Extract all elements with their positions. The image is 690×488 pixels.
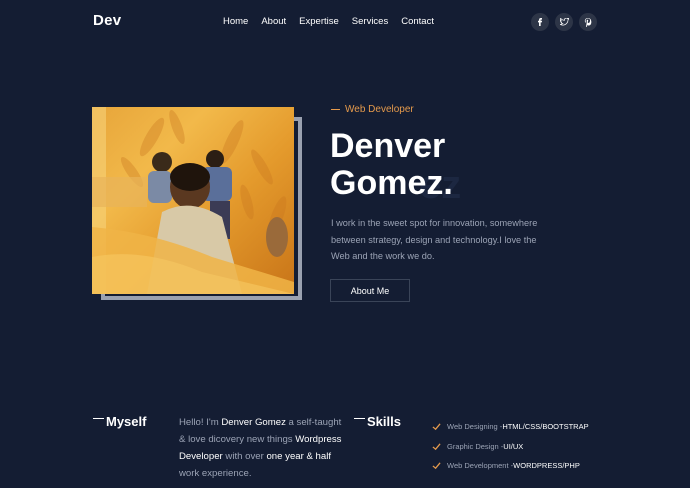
photo-scene-art — [92, 107, 294, 294]
hero-name-line1: Denver — [330, 127, 446, 165]
check-icon — [432, 423, 441, 431]
myself-dash — [93, 417, 104, 420]
myself-text-3: with over — [222, 451, 267, 462]
hero-name-line2: Gomez. — [330, 164, 453, 202]
pretitle-text: Web Developer — [345, 104, 414, 115]
myself-highlight-1: Denver Gomez — [221, 417, 286, 428]
skill-value: HTML/CSS/BOOTSTRAP — [502, 422, 589, 432]
skill-item: Web Development - WORDPRESS/PHP — [432, 456, 589, 476]
facebook-icon[interactable] — [531, 13, 549, 31]
nav-home[interactable]: Home — [223, 16, 248, 27]
myself-text-1: Hello! I'm — [179, 417, 222, 428]
skills-heading: Skills — [354, 414, 401, 429]
myself-text-4: work experience. — [179, 468, 252, 479]
myself-paragraph: Hello! I'm Denver Gomez a self-taught & … — [179, 414, 344, 482]
check-icon — [432, 443, 441, 450]
profile-photo — [92, 107, 294, 294]
skill-label: Web Designing - — [447, 422, 503, 432]
twitter-icon[interactable] — [555, 13, 573, 31]
social-links — [531, 13, 603, 31]
hero-intro: I work in the sweet spot for innovation,… — [331, 218, 538, 261]
hero-pretitle: Web Developer — [331, 104, 414, 115]
skill-item: Web Designing - HTML/CSS/BOOTSTRAP — [432, 417, 589, 437]
nav-expertise[interactable]: Expertise — [299, 16, 339, 27]
pinterest-icon[interactable] — [579, 13, 597, 31]
about-me-button[interactable]: About Me — [330, 279, 410, 302]
skill-label: Web Development - — [447, 461, 514, 471]
myself-heading-text: Myself — [106, 414, 147, 429]
pretitle-dash — [331, 109, 340, 110]
nav-contact[interactable]: Contact — [401, 16, 434, 27]
skill-value: WORDPRESS/PHP — [513, 461, 580, 471]
skills-list: Web Designing - HTML/CSS/BOOTSTRAP Graph… — [432, 417, 589, 476]
nav-about[interactable]: About — [261, 16, 286, 27]
skill-value: UI/UX — [503, 441, 524, 451]
skill-item: Graphic Design - UI/UX — [432, 437, 589, 457]
myself-highlight-3: one year & half — [266, 451, 332, 462]
hero-title: Denver Gomez. — [330, 128, 550, 202]
skills-heading-text: Skills — [367, 414, 401, 429]
skill-label: Graphic Design - — [447, 441, 504, 451]
skills-dash — [354, 417, 365, 420]
main-nav: Home About Expertise Services Contact — [223, 16, 447, 27]
myself-heading: Myself — [93, 414, 146, 429]
check-icon — [432, 462, 441, 470]
site-logo[interactable]: Dev — [93, 12, 121, 29]
nav-services[interactable]: Services — [352, 16, 388, 27]
